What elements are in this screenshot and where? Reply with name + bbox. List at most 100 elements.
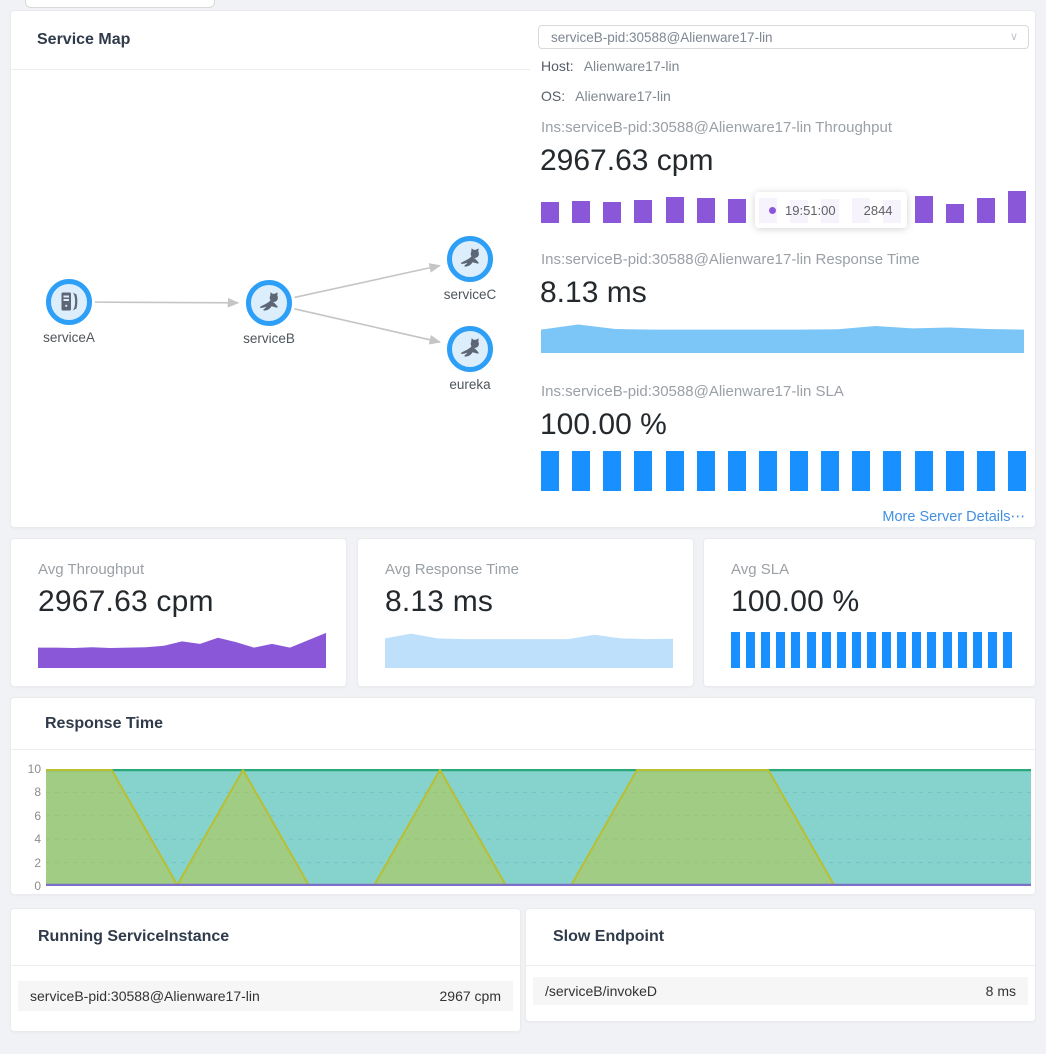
bar — [915, 451, 933, 491]
response-time-chart[interactable] — [46, 769, 1031, 886]
edge-serviceB-serviceC — [294, 266, 439, 298]
bar — [697, 198, 715, 223]
service-node-eureka[interactable]: eureka — [449, 329, 491, 393]
os-line: OS:Alienware17-lin — [541, 88, 671, 104]
running-instance-header: Running ServiceInstance — [11, 909, 520, 966]
line-area-chart — [46, 769, 1031, 886]
endpoint-name: /serviceB/invokeD — [545, 983, 657, 999]
bar — [791, 632, 800, 668]
slow-endpoint-title: Slow Endpoint — [553, 928, 664, 946]
instance-selector-value: serviceB-pid:30588@Alienware17-lin — [551, 30, 773, 45]
topology-svg: serviceA serviceB serviceC eureka — [11, 71, 530, 491]
bar — [1003, 632, 1012, 668]
bar — [634, 200, 652, 223]
avg-response-time-label: Avg Response Time — [385, 561, 519, 578]
y-tick-label: 6 — [11, 809, 41, 823]
bar — [852, 632, 861, 668]
bar — [882, 632, 891, 668]
service-topology-graph[interactable]: serviceA serviceB serviceC eureka — [11, 71, 530, 491]
avg-throughput-card: Avg Throughput 2967.63 cpm — [10, 538, 347, 687]
bar — [776, 632, 785, 668]
instance-sla-chart[interactable] — [541, 451, 1026, 491]
bar — [1008, 451, 1026, 491]
bar — [759, 451, 777, 491]
running-instance-row[interactable]: serviceB-pid:30588@Alienware17-lin 2967 … — [18, 981, 513, 1011]
avg-sla-label: Avg SLA — [731, 561, 789, 578]
bar — [927, 632, 936, 668]
instance-throughput: 2967 cpm — [440, 988, 501, 1004]
y-tick-label: 2 — [11, 856, 41, 870]
instance-name: serviceB-pid:30588@Alienware17-lin — [30, 988, 260, 1004]
instance-sla-value: 100.00 % — [540, 408, 667, 442]
y-axis: 0246810 — [11, 769, 41, 886]
dashboard-page: Service Map serviceA serviceB serviceC eure… — [0, 0, 1046, 1054]
area-sparkline — [541, 323, 1024, 353]
bar — [973, 632, 982, 668]
bar — [943, 632, 952, 668]
bar — [821, 451, 839, 491]
edge-serviceB-eureka — [294, 309, 439, 342]
running-instance-card: Running ServiceInstance serviceB-pid:305… — [10, 908, 521, 1032]
bar — [883, 451, 901, 491]
host-label: Host: — [541, 58, 574, 74]
tooltip-time: 19:51:00 — [785, 203, 836, 218]
chart-tooltip: 19:51:00 2844 — [755, 192, 907, 228]
tooltip-value: 2844 — [864, 203, 893, 218]
bar — [807, 632, 816, 668]
bar — [977, 451, 995, 491]
avg-response-time-card: Avg Response Time 8.13 ms — [357, 538, 694, 687]
slow-endpoint-row[interactable]: /serviceB/invokeD 8 ms — [533, 977, 1028, 1005]
bar — [897, 632, 906, 668]
bar — [822, 632, 831, 668]
y-tick-label: 10 — [11, 762, 41, 776]
instance-selector-dropdown[interactable]: serviceB-pid:30588@Alienware17-lin ∨ — [538, 25, 1029, 49]
service-node-serviceB[interactable]: serviceB — [243, 283, 295, 347]
avg-response-time-value: 8.13 ms — [385, 585, 493, 619]
bar — [1008, 191, 1026, 223]
bar — [697, 451, 715, 491]
instance-response-time-chart[interactable] — [541, 323, 1024, 353]
instance-sla-label: Ins:serviceB-pid:30588@Alienware17-lin S… — [541, 383, 844, 400]
bar — [790, 451, 808, 491]
bar — [837, 632, 846, 668]
service-map-header: Service Map — [11, 11, 530, 70]
bar — [541, 451, 559, 491]
response-time-card: Response Time 0246810 — [10, 697, 1036, 895]
edge-serviceA-serviceB — [95, 302, 238, 303]
endpoint-latency: 8 ms — [986, 983, 1016, 999]
bar — [946, 451, 964, 491]
slow-endpoint-header: Slow Endpoint — [526, 909, 1035, 966]
time-range-button-partial[interactable] — [25, 0, 215, 8]
bar — [915, 196, 933, 223]
running-instance-title: Running ServiceInstance — [38, 928, 229, 946]
bar — [666, 451, 684, 491]
y-tick-label: 8 — [11, 785, 41, 799]
instance-response-time-value: 8.13 ms — [540, 276, 647, 310]
node-label: serviceC — [444, 287, 497, 302]
bar — [912, 632, 921, 668]
y-tick-label: 4 — [11, 832, 41, 846]
bar — [731, 632, 740, 668]
bar — [988, 632, 997, 668]
avg-throughput-label: Avg Throughput — [38, 561, 144, 578]
avg-sla-card: Avg SLA 100.00 % — [703, 538, 1036, 687]
avg-throughput-chart[interactable] — [38, 631, 326, 668]
area-sparkline — [385, 631, 673, 668]
bar — [728, 451, 746, 491]
instance-throughput-value: 2967.63 cpm — [540, 144, 713, 178]
avg-sla-chart[interactable] — [731, 632, 1012, 668]
node-label: serviceA — [43, 330, 95, 345]
bar — [541, 202, 559, 223]
service-node-serviceA[interactable]: serviceA — [43, 282, 95, 346]
bar — [746, 632, 755, 668]
service-node-serviceC[interactable]: serviceC — [444, 239, 497, 303]
more-server-details-link[interactable]: More Server Details⋯ — [882, 509, 1025, 525]
host-line: Host:Alienware17-lin — [541, 58, 679, 74]
avg-response-time-chart[interactable] — [385, 631, 673, 668]
bar — [634, 451, 652, 491]
area-sparkline — [38, 631, 326, 668]
tooltip-series-dot — [769, 207, 776, 214]
instance-throughput-label: Ins:serviceB-pid:30588@Alienware17-lin T… — [541, 119, 892, 136]
service-map-title: Service Map — [37, 31, 130, 49]
instance-response-time-label: Ins:serviceB-pid:30588@Alienware17-lin R… — [541, 251, 920, 268]
